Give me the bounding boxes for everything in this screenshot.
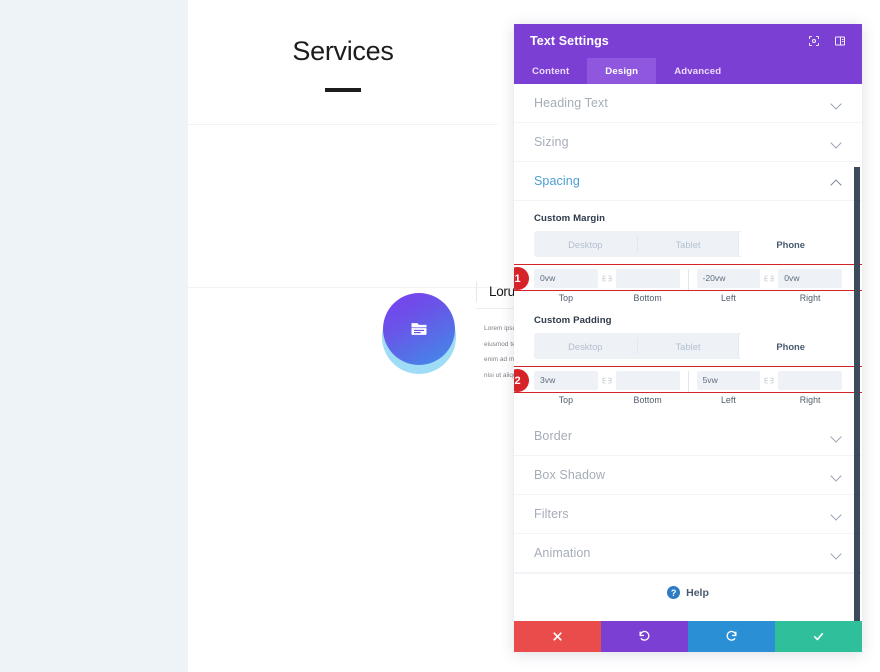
chevron-down-icon [831, 472, 842, 479]
service-icon-circle [383, 293, 455, 365]
padding-bottom-caption: Bottom [633, 395, 662, 405]
link-icon[interactable] [598, 269, 616, 288]
chevron-down-icon [831, 550, 842, 557]
panel-title: Text Settings [530, 34, 609, 48]
padding-value-row: 2 Top Bottom [514, 366, 862, 405]
margin-bottom-input[interactable] [615, 269, 680, 288]
accordion-filters[interactable]: Filters [514, 495, 862, 534]
step-badge-1: 1 [514, 267, 529, 290]
chevron-down-icon [831, 433, 842, 440]
page-left-gutter [0, 0, 188, 672]
undo-button[interactable] [601, 621, 688, 652]
help-row[interactable]: ? Help [514, 573, 862, 611]
accordion-animation[interactable]: Animation [514, 534, 862, 573]
margin-right-caption: Right [799, 293, 821, 303]
margin-device-tablet[interactable]: Tablet [636, 231, 740, 257]
margin-left-right-group: Left Right [696, 269, 842, 303]
title-divider [325, 88, 361, 92]
padding-top-input[interactable] [534, 371, 598, 390]
layout-toggle-icon[interactable] [834, 35, 846, 47]
accordion-label: Sizing [534, 135, 569, 149]
padding-left-right-group: Left Right [696, 371, 842, 405]
accordion-label: Border [534, 429, 573, 443]
save-button[interactable] [775, 621, 862, 652]
margin-left-cell: Left [696, 269, 761, 303]
accordion-heading-text[interactable]: Heading Text [514, 84, 862, 123]
panel-scrollbar[interactable] [854, 167, 860, 621]
custom-margin-label: Custom Margin [534, 213, 606, 224]
padding-device-phone[interactable]: Phone [739, 333, 842, 359]
margin-right-input[interactable] [778, 269, 842, 288]
margin-top-cell: Top [534, 269, 598, 303]
custom-padding-label: Custom Padding [534, 315, 612, 326]
accordion-box-shadow[interactable]: Box Shadow [514, 456, 862, 495]
padding-top-cell: Top [534, 371, 598, 405]
link-icon[interactable] [760, 269, 778, 288]
padding-left-cell: Left [696, 371, 761, 405]
tab-content[interactable]: Content [514, 58, 587, 84]
margin-device-desktop[interactable]: Desktop [534, 231, 637, 257]
padding-bottom-input[interactable] [615, 371, 680, 390]
margin-group-divider [687, 269, 689, 291]
tab-design[interactable]: Design [587, 58, 657, 84]
accordion-label: Heading Text [534, 96, 608, 110]
link-icon[interactable] [598, 371, 616, 390]
margin-top-caption: Top [558, 293, 574, 303]
help-label: Help [686, 586, 709, 599]
padding-right-cell: Right [778, 371, 842, 405]
margin-device-toggle: Desktop Tablet Phone [534, 231, 842, 257]
chevron-up-icon [831, 178, 842, 185]
padding-right-caption: Right [799, 395, 821, 405]
accordion-sizing[interactable]: Sizing [514, 123, 862, 162]
accordion-label: Spacing [534, 174, 580, 188]
chevron-down-icon [831, 139, 842, 146]
step-badge-2: 2 [514, 369, 529, 392]
margin-bottom-caption: Bottom [633, 293, 662, 303]
expand-icon[interactable] [808, 35, 820, 47]
panel-header: Text Settings [514, 24, 862, 58]
folder-icon [411, 323, 427, 335]
panel-scroll-area: Heading Text Sizing Spacing Custom Margi… [514, 84, 862, 621]
help-icon: ? [667, 586, 681, 599]
margin-right-cell: Right [778, 269, 842, 303]
panel-tabs: Content Design Advanced [514, 58, 862, 84]
link-icon[interactable] [760, 371, 778, 390]
padding-bottom-cell: Bottom [615, 371, 680, 405]
padding-device-tablet[interactable]: Tablet [636, 333, 740, 359]
padding-left-caption: Left [720, 395, 736, 405]
page-preview: Services Lorum ipsum dolor Lorem ipsum d… [188, 0, 674, 672]
tab-advanced[interactable]: Advanced [656, 58, 739, 84]
margin-left-caption: Left [720, 293, 736, 303]
margin-top-input[interactable] [534, 269, 598, 288]
padding-top-caption: Top [558, 395, 574, 405]
chevron-down-icon [831, 100, 842, 107]
text-settings-panel: Text Settings Content Design Advanced He… [514, 24, 862, 652]
chevron-down-icon [831, 511, 842, 518]
accordion-spacing[interactable]: Spacing [514, 162, 862, 201]
padding-top-bottom-group: Top Bottom [534, 371, 680, 405]
panel-header-icons [808, 35, 846, 47]
margin-bottom-cell: Bottom [615, 269, 680, 303]
accordion-label: Filters [534, 507, 569, 521]
margin-device-phone[interactable]: Phone [739, 231, 842, 257]
service-card: Lorum ipsum dolor Lorem ipsum dolor sit … [188, 124, 674, 379]
padding-left-input[interactable] [696, 371, 761, 390]
padding-device-toggle: Desktop Tablet Phone [534, 333, 842, 359]
margin-left-input[interactable] [696, 269, 761, 288]
margin-top-bottom-group: Top Bottom [534, 269, 680, 303]
padding-right-input[interactable] [778, 371, 842, 390]
padding-group-divider [687, 371, 689, 393]
margin-value-row: 1 Top Bottom [514, 264, 862, 303]
accordion-label: Box Shadow [534, 468, 606, 482]
padding-device-desktop[interactable]: Desktop [534, 333, 637, 359]
page-title: Services [292, 36, 394, 66]
spacing-body: Custom Margin Desktop Tablet Phone 1 Top [514, 213, 862, 417]
panel-footer [514, 621, 862, 652]
accordion-label: Animation [534, 546, 591, 560]
accordion-border[interactable]: Border [514, 417, 862, 456]
redo-button[interactable] [688, 621, 775, 652]
cancel-button[interactable] [514, 621, 601, 652]
